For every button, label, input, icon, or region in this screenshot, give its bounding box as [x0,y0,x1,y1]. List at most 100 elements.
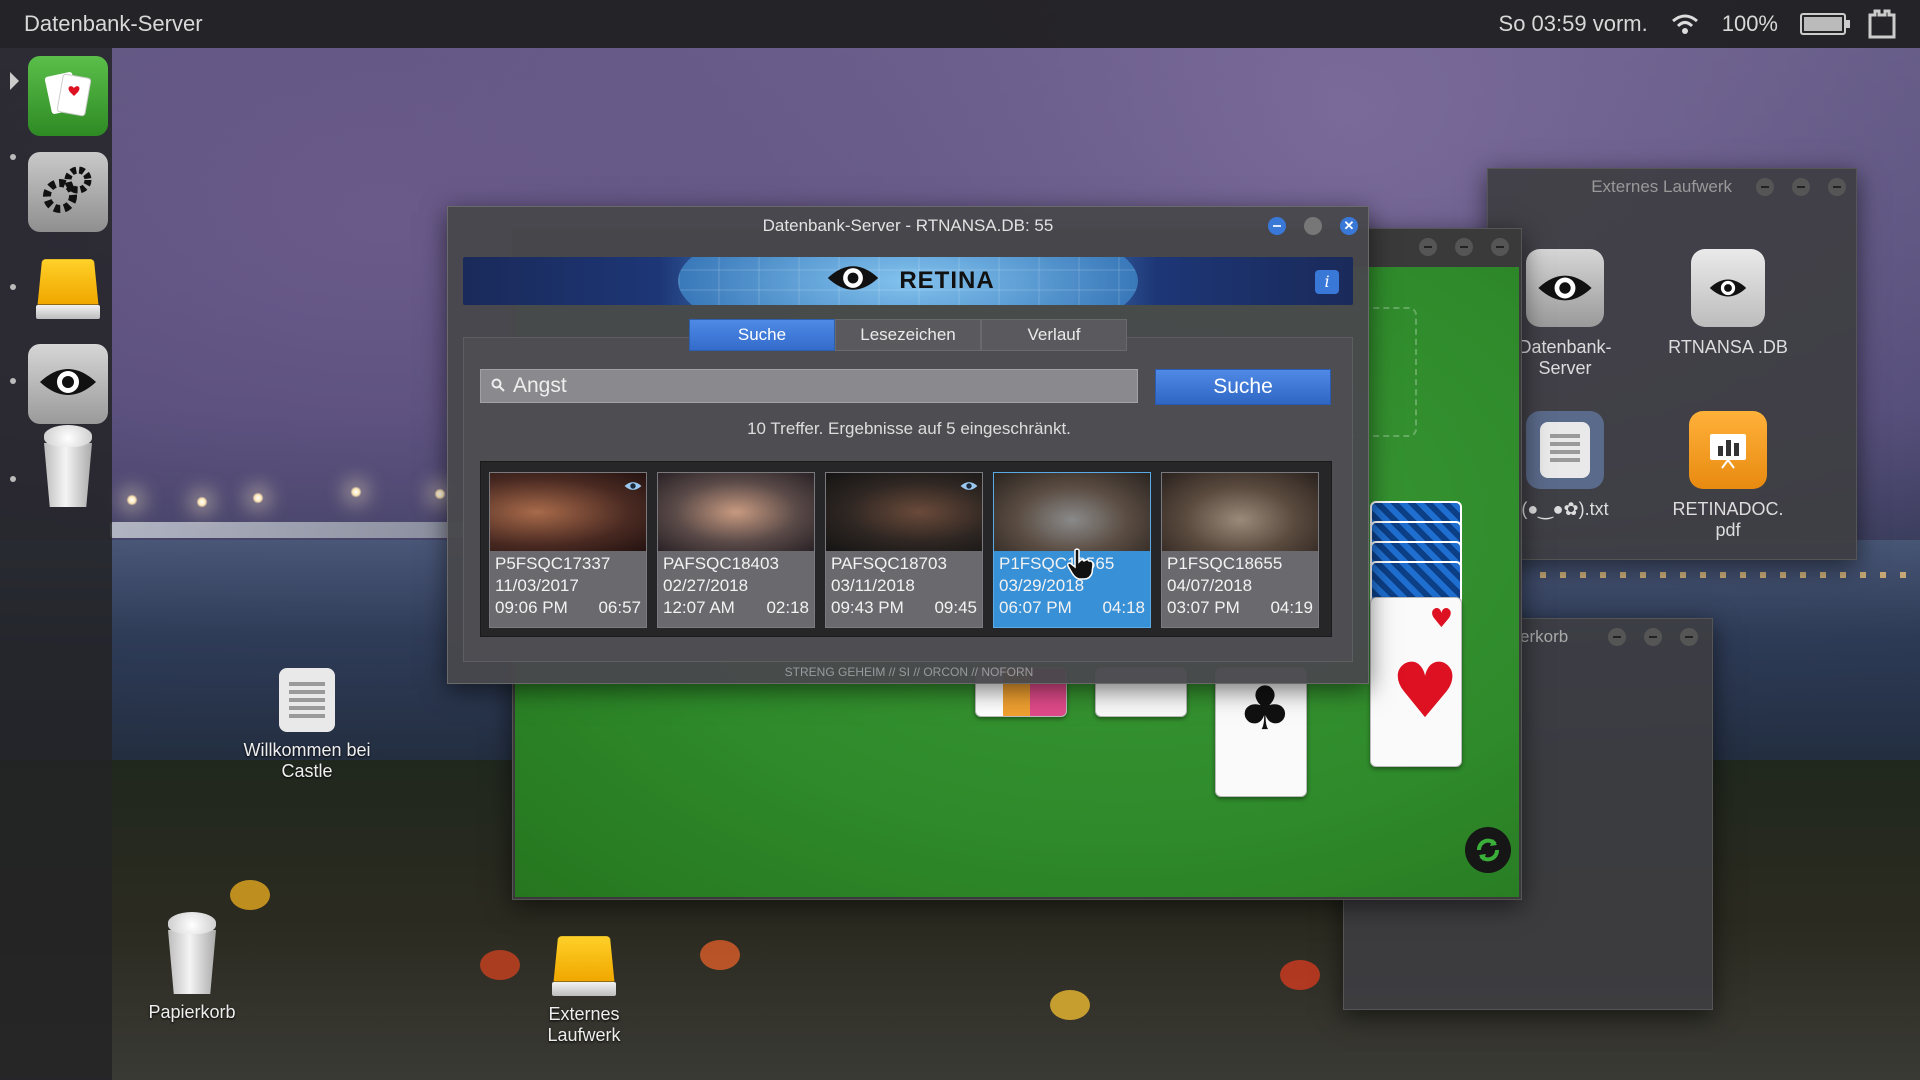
result-duration: 06:57 [598,597,641,619]
close-button[interactable] [1680,628,1698,646]
window-titlebar[interactable]: Externes Laufwerk [1488,169,1856,205]
battery-fill [1804,17,1842,31]
file-item-retinadoc-pdf[interactable]: RETINADOC. pdf [1658,411,1798,541]
minimize-button[interactable] [1268,217,1286,235]
desktop-icon-welcome[interactable]: Willkommen bei Castle [237,668,377,782]
card-heart[interactable]: ♥ ♥ [1370,597,1462,767]
maximize-button[interactable] [1455,238,1473,256]
retina-logo: RETINA [821,260,994,303]
result-id: P1FSQC18655 [1167,553,1313,575]
search-icon [491,374,505,398]
dock-trash[interactable] [28,426,108,506]
tab-history[interactable]: Verlauf [981,319,1127,351]
viewed-eye-icon [960,477,978,496]
heart-icon: ♥ [1391,646,1459,735]
dock-database-server[interactable] [28,344,108,424]
result-duration: 02:18 [766,597,809,619]
result-item[interactable]: P5FSQC17337 11/03/2017 09:06 PM 06:57 [489,472,647,628]
video-thumbnail [1162,473,1318,551]
wifi-icon[interactable] [1670,12,1700,36]
tab-search[interactable]: Suche [689,319,835,351]
dock-external-drive[interactable] [28,248,108,328]
active-app-title: Datenbank-Server [24,11,203,37]
lamp-light [252,492,264,504]
maximize-button[interactable] [1644,628,1662,646]
desktop-icon-label: Externes Laufwerk [514,1004,654,1046]
result-duration: 04:19 [1270,597,1313,619]
desktop-icon-external-drive[interactable]: Externes Laufwerk [514,934,654,1046]
result-time: 09:06 PM [495,597,568,619]
search-input[interactable] [513,374,1113,398]
heart-icon: ♥ [1430,604,1453,634]
minimize-button[interactable] [1756,178,1774,196]
video-thumbnail [994,473,1150,551]
result-time: 06:07 PM [999,597,1072,619]
gears-icon [38,162,98,222]
dock-running-dot [10,378,16,384]
dock-active-indicator [10,72,19,90]
chart-document-icon [1689,411,1767,489]
classification-footer: STRENG GEHEIM // SI // ORCON // NOFORN [448,665,1370,679]
flower-patch [1280,960,1320,990]
desktop-icon-label: Willkommen bei Castle [237,740,377,782]
result-item[interactable]: PAFSQC18703 03/11/2018 09:43 PM 09:45 [825,472,983,628]
lamp-light [434,488,446,500]
eye-icon [1526,249,1604,327]
result-item[interactable]: PAFSQC18403 02/27/2018 12:07 AM 02:18 [657,472,815,628]
close-button[interactable]: ✕ [1340,217,1358,235]
result-time: 12:07 AM [663,597,735,619]
result-date: 04/07/2018 [1167,575,1313,597]
eye-icon [821,260,885,303]
maximize-button[interactable] [1304,217,1322,235]
result-id: PAFSQC18403 [663,553,809,575]
castle-menu-icon[interactable] [1868,9,1896,39]
result-date: 11/03/2017 [495,575,641,597]
maximize-button[interactable] [1792,178,1810,196]
results-strip: P5FSQC17337 11/03/2017 09:06 PM 06:57 PAF… [480,461,1332,637]
lamp-light [196,496,208,508]
window-titlebar[interactable]: Datenbank-Server - RTNANSA.DB: 55 ✕ [448,207,1368,245]
external-drive-window: Externes Laufwerk Datenbank-Server RTNAN… [1487,168,1857,560]
result-item[interactable]: P1FSQC18655 04/07/2018 03:07 PM 04:19 [1161,472,1319,628]
result-id: P5FSQC17337 [495,553,641,575]
brand-name: RETINA [899,267,994,295]
result-time: 03:07 PM [1167,597,1240,619]
result-date: 03/11/2018 [831,575,977,597]
dock [0,48,112,1080]
dock-running-dot [10,154,16,160]
battery-percent: 100% [1722,11,1778,37]
lamp-light [350,486,362,498]
desktop-icon-trash[interactable]: Papierkorb [122,912,262,1023]
window-title: Externes Laufwerk [1591,177,1732,197]
document-icon [279,668,335,732]
far-shore-lights [1540,572,1920,578]
drive-icon [552,934,616,996]
file-label: RETINADOC. pdf [1658,499,1798,541]
drive-icon [36,257,100,319]
minimize-button[interactable] [1419,238,1437,256]
video-thumbnail [826,473,982,551]
search-button[interactable]: Suche [1155,369,1331,405]
dock-solitaire[interactable] [28,56,108,136]
close-button[interactable] [1828,178,1846,196]
window-title: Datenbank-Server - RTNANSA.DB: 55 [763,216,1054,236]
card-club[interactable]: ♣ [1215,667,1307,797]
result-time: 09:43 PM [831,597,904,619]
tab-bookmarks[interactable]: Lesezeichen [835,319,981,351]
file-item-rtnansa-db[interactable]: RTNANSA .DB [1658,249,1798,358]
battery-icon[interactable] [1800,13,1846,35]
dock-settings[interactable] [28,152,108,232]
viewed-eye-icon [624,477,642,496]
close-button[interactable] [1491,238,1509,256]
info-button[interactable]: i [1315,270,1339,294]
top-bar: Datenbank-Server So 03:59 vorm. 100% [0,0,1920,48]
retina-banner: RETINA i [463,257,1353,305]
new-game-icon[interactable] [1465,827,1511,873]
clock[interactable]: So 03:59 vorm. [1499,11,1648,37]
file-label: RTNANSA .DB [1658,337,1798,358]
hand-cursor-icon [1066,548,1094,580]
search-field[interactable] [480,369,1138,403]
minimize-button[interactable] [1608,628,1626,646]
trash-icon [164,912,220,994]
cards-icon [40,66,96,126]
